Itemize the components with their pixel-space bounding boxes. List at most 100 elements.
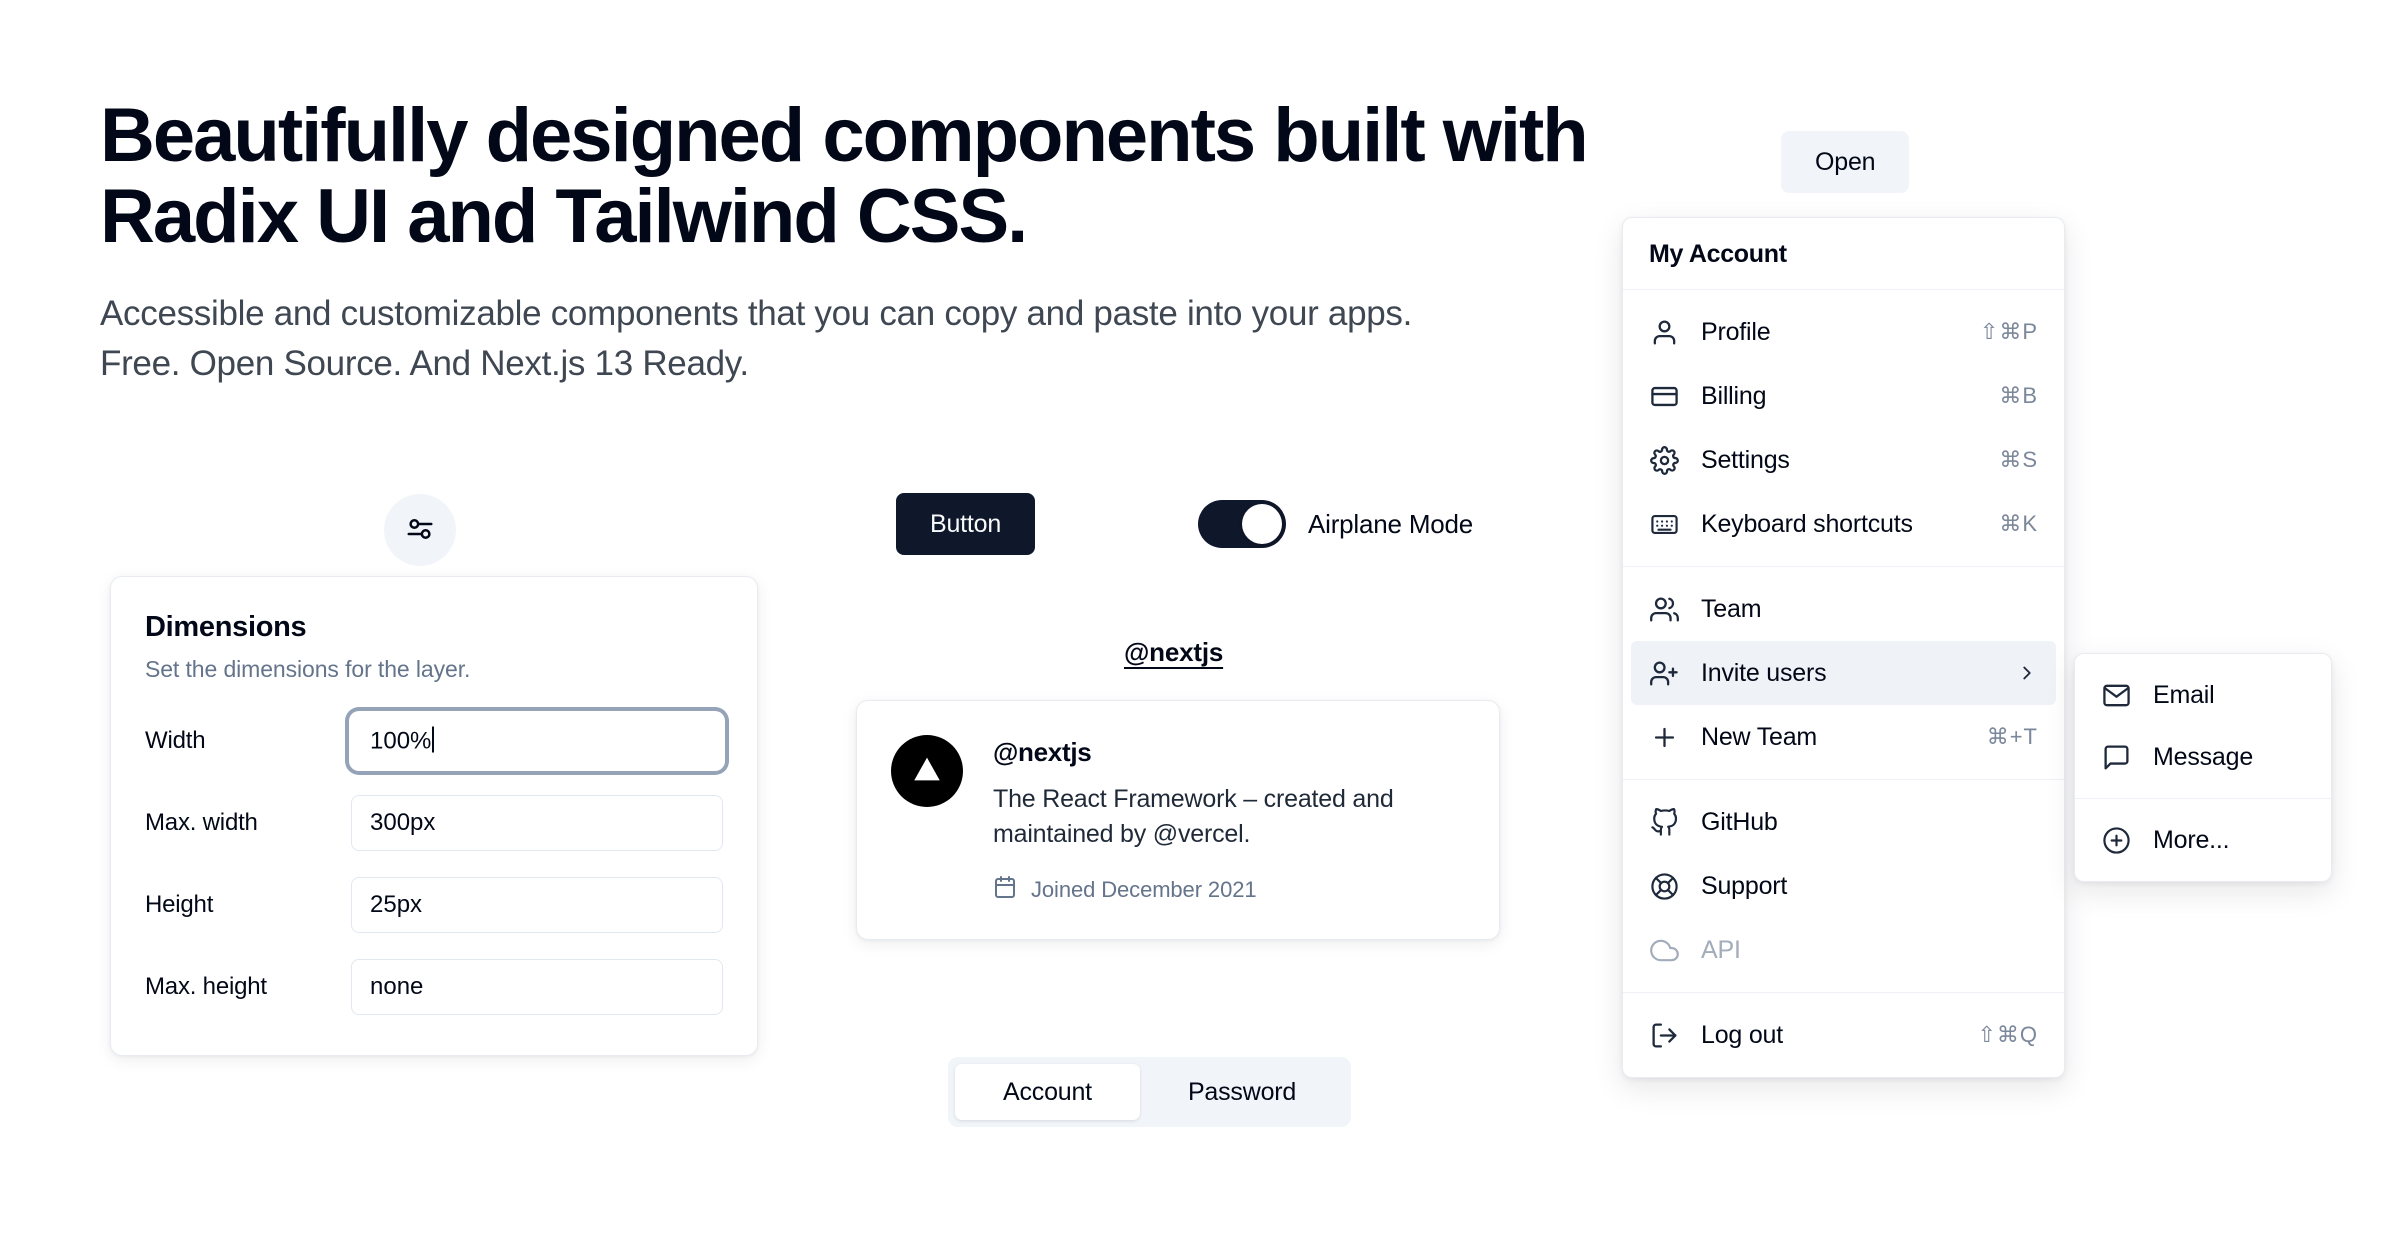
menu-group-session: Log out ⇧⌘Q xyxy=(1623,993,2064,1077)
menu-item-label: Log out xyxy=(1701,1020,1784,1049)
gear-icon xyxy=(1649,445,1679,475)
tab-password[interactable]: Password xyxy=(1140,1064,1344,1120)
menu-group-links: GitHub Support API xyxy=(1623,780,2064,992)
menu-item-label: Support xyxy=(1701,871,1788,900)
menu-item-label: Profile xyxy=(1701,317,1771,346)
invite-users-submenu: Email Message More... xyxy=(2074,653,2332,882)
airplane-mode-switch[interactable] xyxy=(1198,500,1286,548)
hovercard-joined-date: Joined December 2021 xyxy=(1031,877,1257,902)
menu-item-team[interactable]: Team xyxy=(1631,577,2056,641)
cloud-icon xyxy=(1649,935,1679,965)
menu-item-label: Keyboard shortcuts xyxy=(1701,509,1913,538)
submenu-group-channels: Email Message xyxy=(2075,654,2331,798)
popover-trigger-button[interactable] xyxy=(384,494,456,566)
dropdown-menu: My Account Profile ⇧⌘P Billing ⌘B Settin… xyxy=(1622,217,2065,1078)
chevron-right-icon xyxy=(2016,662,2038,684)
dimensions-description: Set the dimensions for the layer. xyxy=(145,656,471,682)
field-row-max-width: Max. width 300px xyxy=(145,795,723,851)
github-icon xyxy=(1649,807,1679,837)
menu-item-settings[interactable]: Settings ⌘S xyxy=(1631,428,2056,492)
credit-card-icon xyxy=(1649,381,1679,411)
submenu-item-more[interactable]: More... xyxy=(2083,809,2323,871)
airplane-mode-switch-group: Airplane Mode xyxy=(1198,500,1473,548)
submenu-item-label: Message xyxy=(2153,742,2254,771)
submenu-item-email[interactable]: Email xyxy=(2083,664,2323,726)
menu-item-shortcut: ⇧⌘Q xyxy=(1977,1022,2038,1047)
menu-item-log-out[interactable]: Log out ⇧⌘Q xyxy=(1631,1003,2056,1067)
width-label: Width xyxy=(145,727,206,754)
menu-group-account: Profile ⇧⌘P Billing ⌘B Settings ⌘S Keybo… xyxy=(1623,290,2064,566)
menu-item-shortcut: ⌘S xyxy=(1999,447,2038,472)
hovercard-description: The React Framework – created and mainta… xyxy=(993,785,1394,848)
avatar xyxy=(891,735,963,807)
menu-item-shortcut: ⌘K xyxy=(1999,511,2038,536)
menu-item-label: Invite users xyxy=(1701,658,1827,687)
menu-item-shortcut: ⌘+T xyxy=(1986,724,2038,749)
tabs-list: Account Password xyxy=(948,1057,1352,1127)
menu-item-label: New Team xyxy=(1701,722,1818,751)
menu-item-billing[interactable]: Billing ⌘B xyxy=(1631,364,2056,428)
lifebuoy-icon xyxy=(1649,871,1679,901)
menu-item-keyboard-shortcuts[interactable]: Keyboard shortcuts ⌘K xyxy=(1631,492,2056,556)
max-width-label: Max. width xyxy=(145,809,258,836)
mail-icon xyxy=(2101,680,2131,710)
dimensions-fields: Width 100% Max. width 300px Height 25px xyxy=(145,713,723,1015)
hovercard: @nextjs The React Framework – created an… xyxy=(856,700,1500,940)
plus-icon xyxy=(1649,722,1679,752)
dimensions-popover: Dimensions Set the dimensions for the la… xyxy=(110,576,758,1056)
hovercard-trigger[interactable]: @nextjs xyxy=(1124,637,1223,668)
airplane-mode-label: Airplane Mode xyxy=(1308,508,1474,539)
field-row-height: Height 25px xyxy=(145,877,723,933)
menu-item-label: API xyxy=(1701,935,1741,964)
menu-item-github[interactable]: GitHub xyxy=(1631,790,2056,854)
menu-item-api: API xyxy=(1631,918,2056,982)
hovercard-meta: Joined December 2021 xyxy=(993,875,1423,905)
logout-icon xyxy=(1649,1020,1679,1050)
max-height-label: Max. height xyxy=(145,973,267,1000)
calendar-icon xyxy=(993,875,1017,905)
user-icon xyxy=(1649,317,1679,347)
max-height-input[interactable] xyxy=(351,959,723,1015)
sliders-horizontal-icon xyxy=(405,514,435,547)
width-input-wrap: 100% xyxy=(351,713,723,769)
hovercard-handle: @nextjs xyxy=(993,737,1092,767)
height-input-wrap: 25px xyxy=(351,877,723,933)
primary-button[interactable]: Button xyxy=(896,493,1036,555)
field-row-width: Width 100% xyxy=(145,713,723,769)
keyboard-icon xyxy=(1649,509,1679,539)
dimensions-title: Dimensions xyxy=(145,611,307,643)
menu-item-profile[interactable]: Profile ⇧⌘P xyxy=(1631,300,2056,364)
submenu-item-message[interactable]: Message xyxy=(2083,726,2323,788)
plus-circle-icon xyxy=(2101,825,2131,855)
width-input[interactable] xyxy=(351,713,723,769)
submenu-item-label: More... xyxy=(2153,825,2230,854)
menu-item-label: Team xyxy=(1701,594,1762,623)
height-input[interactable] xyxy=(351,877,723,933)
height-label: Height xyxy=(145,891,214,918)
vercel-triangle-icon xyxy=(910,752,944,791)
tab-account[interactable]: Account xyxy=(955,1064,1140,1120)
menu-item-shortcut: ⇧⌘P xyxy=(1979,319,2038,344)
hero-section: Beautifully designed components built wi… xyxy=(100,95,1620,388)
user-plus-icon xyxy=(1649,658,1679,688)
message-square-icon xyxy=(2101,742,2131,772)
submenu-group-more: More... xyxy=(2075,799,2331,881)
switch-knob xyxy=(1242,504,1282,544)
menu-item-shortcut: ⌘B xyxy=(1999,383,2038,408)
menu-item-label: Settings xyxy=(1701,445,1790,474)
submenu-item-label: Email xyxy=(2153,680,2215,709)
max-width-input[interactable] xyxy=(351,795,723,851)
field-row-max-height: Max. height none xyxy=(145,959,723,1015)
menu-item-new-team[interactable]: New Team ⌘+T xyxy=(1631,705,2056,769)
menu-group-team: Team Invite users New Team ⌘+T xyxy=(1623,567,2064,779)
menu-item-label: Billing xyxy=(1701,381,1767,410)
hovercard-body: @nextjs The React Framework – created an… xyxy=(993,735,1423,905)
menu-item-label: GitHub xyxy=(1701,807,1778,836)
menu-item-support[interactable]: Support xyxy=(1631,854,2056,918)
users-icon xyxy=(1649,594,1679,624)
max-height-input-wrap: none xyxy=(351,959,723,1015)
menu-item-invite-users[interactable]: Invite users xyxy=(1631,641,2056,705)
dropdown-trigger-open-button[interactable]: Open xyxy=(1781,131,1910,193)
page-root: Beautifully designed components built wi… xyxy=(0,0,2400,1256)
dropdown-menu-label: My Account xyxy=(1649,240,1787,268)
